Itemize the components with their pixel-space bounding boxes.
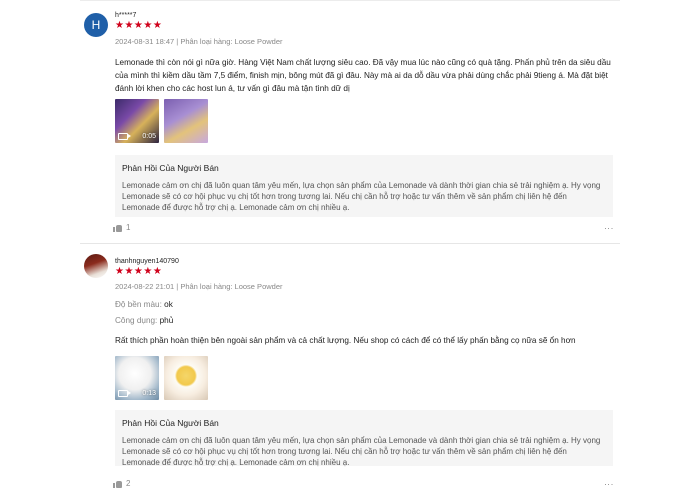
seller-reply-text: Lemonade cảm ơn chị đã luôn quan tâm yêu… [122, 181, 601, 212]
seller-reply-text: Lemonade cảm ơn chị đã luôn quan tâm yêu… [122, 436, 601, 467]
like-button[interactable]: 2 [113, 479, 130, 488]
top-divider [80, 0, 620, 1]
attribute-usage: Công dụng: phủ [115, 316, 173, 325]
video-thumbnail[interactable]: 0:13 [115, 356, 159, 400]
review-media: 0:13 [115, 356, 208, 400]
username[interactable]: thanhnguyen140790 [115, 258, 179, 265]
video-duration: 0:13 [142, 390, 156, 397]
video-thumbnail[interactable]: 0:05 [115, 99, 159, 143]
avatar[interactable] [84, 254, 108, 278]
avatar-letter: H [91, 18, 101, 32]
video-camera-icon [118, 133, 131, 140]
attribute-label: Công dụng: [115, 316, 158, 325]
attribute-value: ok [164, 300, 173, 309]
seller-reply-title: Phản Hồi Của Người Bán [122, 418, 219, 428]
rating-stars: ★★★★★ [115, 20, 163, 31]
image-thumbnail[interactable] [164, 356, 208, 400]
username[interactable]: h*****7 [115, 12, 136, 19]
seller-reply: Phản Hồi Của Người Bán Lemonade cảm ơn c… [115, 155, 613, 217]
seller-reply: Phản Hồi Của Người Bán Lemonade cảm ơn c… [115, 410, 613, 467]
rating-stars: ★★★★★ [115, 266, 163, 277]
more-options-icon[interactable]: ⋮ [604, 480, 614, 490]
like-count: 1 [126, 223, 131, 232]
attribute-color-durability: Độ bền màu: ok [115, 300, 173, 309]
like-button[interactable]: 1 [113, 223, 130, 232]
review-meta: 2024-08-22 21:01 | Phân loại hàng: Loose… [115, 282, 283, 291]
video-overlay: 0:05 [118, 133, 156, 140]
video-camera-icon [118, 390, 131, 397]
more-options-icon[interactable]: ⋮ [604, 224, 614, 234]
thumbs-up-icon [113, 480, 122, 488]
seller-reply-title: Phản Hồi Của Người Bán [122, 163, 219, 173]
like-count: 2 [126, 479, 131, 488]
review-divider [80, 243, 620, 244]
attribute-value: phủ [159, 316, 174, 325]
avatar[interactable]: H [84, 13, 108, 37]
video-duration: 0:05 [142, 133, 156, 140]
video-overlay: 0:13 [118, 390, 156, 397]
attribute-label: Độ bền màu: [115, 300, 162, 309]
review-meta: 2024-08-31 18:47 | Phân loại hàng: Loose… [115, 37, 283, 46]
review-text: Lemonade thì còn nói gì nữa giờ. Hàng Vi… [115, 58, 611, 93]
thumbs-up-icon [113, 224, 122, 232]
review-media: 0:05 [115, 99, 208, 143]
image-thumbnail[interactable] [164, 99, 208, 143]
review-text: Rất thích phần hoàn thiện bên ngoài sản … [115, 336, 576, 345]
